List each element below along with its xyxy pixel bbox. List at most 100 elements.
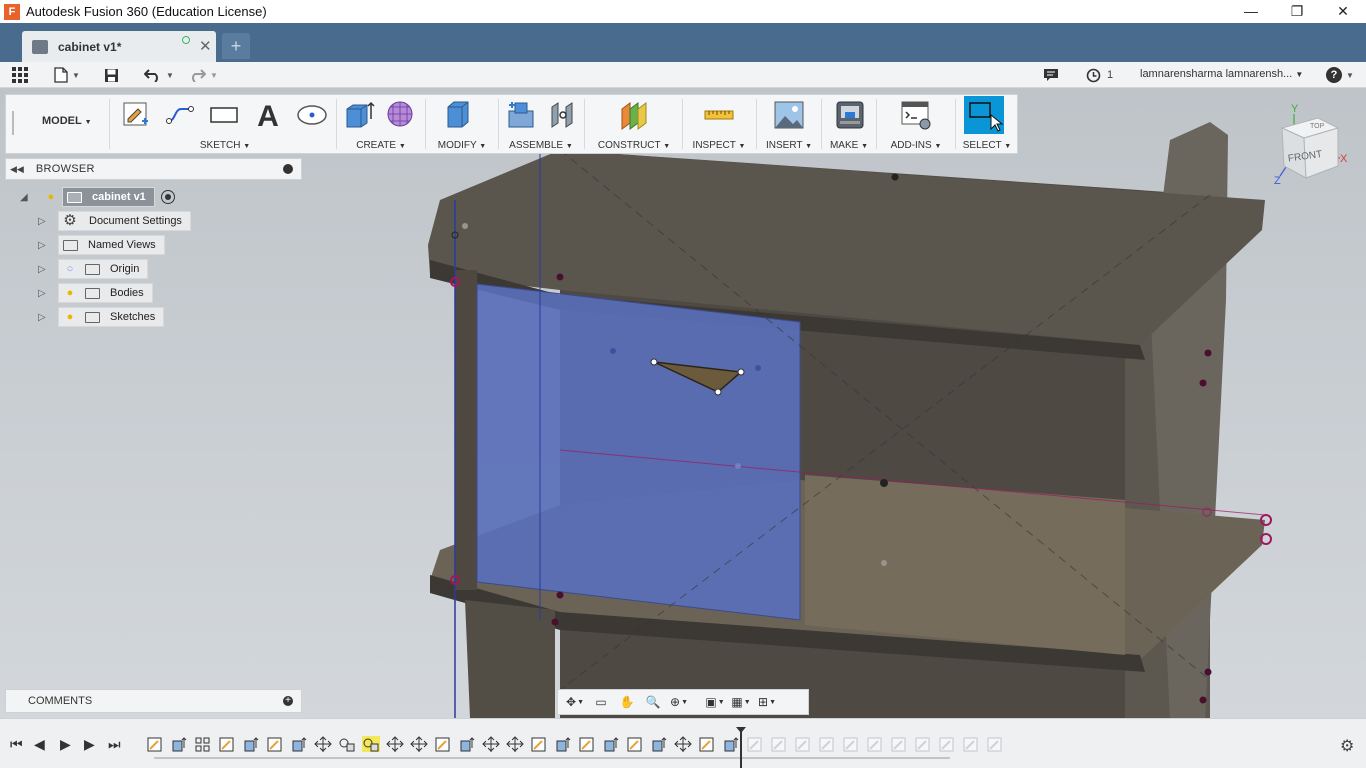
modify-group[interactable]: MODIFY ▼ [426,95,498,153]
timeline-pattern-icon[interactable] [194,736,212,752]
add-ins-group[interactable]: ADD-INS ▼ [878,95,954,153]
line-icon[interactable] [164,99,196,131]
timeline-extrude-icon[interactable] [722,736,740,752]
minimize-button[interactable]: — [1228,0,1274,23]
expand-triangle-icon[interactable]: ▷ [38,288,50,299]
look-at-button[interactable]: ▭ [590,693,612,711]
sketch-group[interactable]: A SKETCH ▼ [114,95,336,153]
timeline-sketch-icon[interactable] [578,736,596,752]
new-component-icon[interactable] [505,99,537,131]
timeline-marker[interactable] [736,727,746,768]
sketch-menu[interactable]: SKETCH ▼ [114,140,336,151]
assemble-menu[interactable]: ASSEMBLE ▼ [499,140,583,151]
visibility-bulb-off-icon[interactable]: ○ [63,262,77,276]
fit-button[interactable]: ⊕ ▼ [668,693,690,711]
restore-button[interactable]: ❐ [1274,0,1320,23]
tree-row-named-views[interactable]: ▷ Named Views [38,235,165,255]
assemble-group[interactable]: ASSEMBLE ▼ [499,95,583,153]
pan-button[interactable]: ✋ [616,693,638,711]
timeline-extrude-icon[interactable] [554,736,572,752]
timeline-faded-icon[interactable] [818,736,836,752]
sketches-node[interactable]: ● Sketches [58,307,165,327]
add-ins-menu[interactable]: ADD-INS ▼ [878,140,954,151]
tree-row-bodies[interactable]: ▷ ● Bodies [38,283,153,303]
timeline-faded-icon[interactable] [938,736,956,752]
timeline-move-icon[interactable] [314,736,332,752]
text-icon[interactable]: A [252,99,284,131]
user-account-menu[interactable]: lamnarensharma lamnarensh... ▼ [1140,68,1303,80]
create-menu[interactable]: CREATE ▼ [337,140,425,151]
make-menu[interactable]: MAKE ▼ [823,140,875,151]
view-cube[interactable]: Y X Z TOP FRONT [1268,102,1352,188]
expand-triangle-icon[interactable]: ▷ [38,240,50,251]
construct-group[interactable]: CONSTRUCT ▼ [586,95,682,153]
bodies-node[interactable]: ● Bodies [58,283,153,303]
redo-button[interactable]: ▼ [188,65,218,85]
timeline-sketch-icon[interactable] [266,736,284,752]
timeline-extrude-icon[interactable] [458,736,476,752]
play-button[interactable]: ▶ [60,736,71,753]
expand-triangle-icon[interactable]: ▷ [38,216,50,227]
timeline-faded-icon[interactable] [746,736,764,752]
rectangle-icon[interactable] [208,99,240,131]
timeline-extrude-icon[interactable] [242,736,260,752]
collapse-triangle-icon[interactable]: ◢ [20,192,32,203]
make-group[interactable]: MAKE ▼ [823,95,875,153]
timeline-move-icon[interactable] [386,736,404,752]
visibility-bulb-icon[interactable]: ● [63,310,77,324]
close-tab-button[interactable]: ✕ [199,37,212,55]
timeline-faded-icon[interactable] [914,736,932,752]
timeline-joint-icon[interactable] [338,736,356,752]
data-panel-button[interactable] [12,65,28,85]
expand-triangle-icon[interactable]: ▷ [38,312,50,323]
display-settings-button[interactable]: ▣ ▼ [704,693,726,711]
tree-row-root[interactable]: ◢ ● cabinet v1 [20,187,175,207]
document-settings-node[interactable]: ⚙ Document Settings [58,211,191,231]
grid-settings-button[interactable]: ▦ ▼ [730,693,752,711]
step-back-button[interactable]: ◀ [34,736,45,753]
construct-menu[interactable]: CONSTRUCT ▼ [586,140,682,151]
tree-row-document-settings[interactable]: ▷ ⚙ Document Settings [38,211,191,231]
create-sketch-icon[interactable] [120,99,152,131]
timeline-faded-icon[interactable] [794,736,812,752]
timeline-extrude-icon[interactable] [170,736,188,752]
tree-row-origin[interactable]: ▷ ○ Origin [38,259,149,279]
notification-center-button[interactable] [1043,65,1059,85]
canvas-viewport[interactable] [0,88,1366,718]
zoom-button[interactable]: 🔍 [642,693,664,711]
timeline-joint-active-icon[interactable] [362,736,380,752]
form-icon[interactable] [385,99,417,131]
timeline-extrude-icon[interactable] [290,736,308,752]
scripts-icon[interactable] [900,99,932,131]
timeline-move-icon[interactable] [482,736,500,752]
offset-plane-icon[interactable] [618,99,650,131]
job-status-button[interactable]: 1 [1086,65,1113,85]
project-icon[interactable] [296,99,328,131]
timeline-move-icon[interactable] [410,736,428,752]
new-tab-button[interactable]: + [222,33,250,59]
select-tool-active[interactable] [964,96,1004,134]
extrude-icon[interactable] [343,99,375,131]
create-group[interactable]: CREATE ▼ [337,95,425,153]
timeline-faded-icon[interactable] [770,736,788,752]
help-menu-button[interactable]: ? ▼ [1326,65,1354,85]
insert-menu[interactable]: INSERT ▼ [758,140,820,151]
timeline-sketch-icon[interactable] [530,736,548,752]
save-button[interactable] [104,65,119,85]
orbit-button[interactable]: ✥ ▼ [564,693,586,711]
visibility-bulb-icon[interactable]: ● [44,190,58,204]
timeline-faded-icon[interactable] [986,736,1004,752]
close-window-button[interactable]: ✕ [1320,0,1366,23]
collapse-browser-button[interactable]: ◀◀ [10,164,24,175]
viewports-button[interactable]: ⊞ ▼ [756,693,778,711]
timeline-sketch-icon[interactable] [434,736,452,752]
timeline-track[interactable] [154,757,950,759]
origin-node[interactable]: ○ Origin [58,259,149,279]
timeline-faded-icon[interactable] [866,736,884,752]
root-component-node[interactable]: cabinet v1 [62,187,155,207]
timeline-faded-icon[interactable] [962,736,980,752]
insert-group[interactable]: INSERT ▼ [758,95,820,153]
3d-print-icon[interactable] [834,99,866,131]
expand-triangle-icon[interactable]: ▷ [38,264,50,275]
inspect-group[interactable]: INSPECT ▼ [684,95,754,153]
